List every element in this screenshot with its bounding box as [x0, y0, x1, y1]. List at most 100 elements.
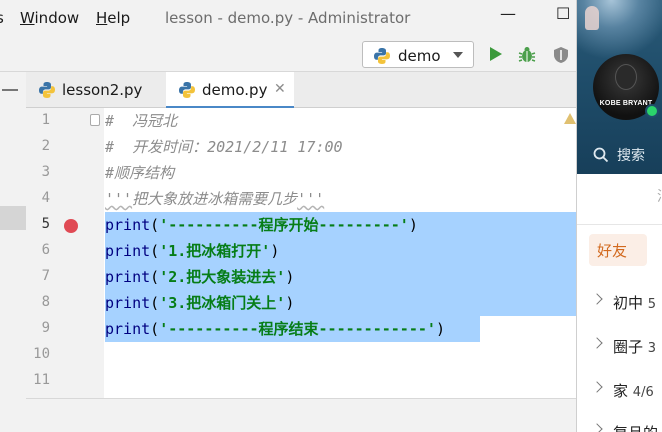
close-paren: ) — [270, 242, 280, 260]
friend-group-label: 圈子 3 — [613, 336, 656, 357]
online-status-icon — [645, 104, 659, 118]
string-literal: '2.把大象装进去' — [159, 268, 286, 286]
coverage-icon[interactable] — [552, 46, 570, 64]
open-paren: ( — [150, 216, 160, 234]
docstring-text: 把大象放进冰箱需要几步 — [132, 190, 298, 208]
string-literal: '----------程序结束------------' — [159, 320, 436, 338]
status-bar — [26, 398, 576, 432]
line-number: 9 — [41, 320, 50, 336]
menu-window[interactable]: Window — [20, 9, 79, 27]
run-config-select[interactable]: demo — [362, 41, 474, 68]
messages-tab-partial[interactable]: 消 — [657, 186, 662, 206]
print-keyword: print — [105, 320, 151, 338]
banner-figure — [585, 6, 599, 30]
line-number: 10 — [33, 346, 50, 362]
close-icon[interactable]: ✕ — [274, 81, 286, 97]
open-paren: ( — [150, 294, 160, 312]
chevron-down-icon — [453, 52, 463, 58]
toolbar: demo — [0, 38, 576, 72]
code-line-9: print('----------程序结束------------') — [105, 316, 445, 342]
friend-group-name: 家 — [613, 382, 629, 400]
friend-group-label: 初中 5 — [613, 292, 656, 313]
minimize-button[interactable]: — — [500, 4, 516, 23]
tab-lesson2[interactable]: lesson2.py — [26, 72, 166, 108]
close-paren: ) — [285, 294, 295, 312]
chevron-right-icon — [591, 337, 603, 349]
python-file-icon — [39, 82, 55, 98]
editor-gutter: 1 2 3 4 5 6 7 8 9 10 11 — [26, 108, 104, 398]
print-keyword: print — [105, 242, 151, 260]
line-number: 11 — [33, 372, 50, 388]
menu-window-mnemonic: W — [20, 9, 35, 27]
python-file-icon — [179, 82, 195, 98]
menu-help[interactable]: Help — [96, 9, 130, 27]
string-literal: '3.把冰箱门关上' — [159, 294, 286, 312]
chevron-right-icon — [591, 381, 603, 393]
run-icon[interactable] — [489, 46, 503, 62]
hide-panel-icon[interactable] — [2, 89, 18, 91]
tab-lesson2-label: lesson2.py — [62, 81, 143, 99]
fold-marker-icon[interactable] — [90, 114, 100, 126]
project-tool-strip — [0, 72, 26, 432]
project-selected-row[interactable] — [0, 206, 26, 230]
breakpoint-icon[interactable] — [64, 219, 78, 233]
line-number-current: 5 — [41, 216, 50, 232]
close-paren: ) — [408, 216, 418, 234]
friend-group[interactable]: 家 4/6 — [577, 378, 662, 404]
menu-help-mnemonic: H — [96, 9, 108, 27]
qq-search-box[interactable]: 搜索 — [577, 142, 662, 168]
ide-window: s Window Help lesson - demo.py - Adminis… — [0, 0, 576, 432]
close-paren: ) — [435, 320, 445, 338]
search-icon — [593, 147, 609, 163]
tab-friends-label: 好友 — [597, 242, 628, 260]
code-line-3: #顺序结构 — [105, 164, 175, 182]
friend-group[interactable]: 圈子 3 — [577, 334, 662, 360]
tab-demo-label: demo.py — [202, 81, 268, 99]
print-keyword: print — [105, 216, 151, 234]
friend-group-name: 圈子 — [613, 338, 644, 356]
search-label: 搜索 — [617, 148, 645, 164]
run-config-label: demo — [398, 47, 441, 65]
line-number: 3 — [41, 164, 50, 180]
code-line-1: # 冯冠北 — [105, 112, 178, 130]
code-line-4: '''把大象放进冰箱需要几步''' — [105, 186, 324, 212]
tab-demo[interactable]: demo.py ✕ — [166, 72, 294, 109]
line-number: 1 — [41, 112, 50, 128]
chevron-right-icon — [591, 423, 603, 432]
code-line-8: print('3.把冰箱门关上') — [105, 290, 294, 316]
close-paren: ) — [285, 268, 295, 286]
docstring-quote-close: ''' — [297, 190, 325, 208]
line-number: 4 — [41, 190, 50, 206]
maximize-button[interactable]: ☐ — [556, 4, 570, 23]
code-line-6: print('1.把冰箱打开') — [105, 238, 279, 264]
friend-group-count: 5 — [647, 297, 657, 312]
code-line-7: print('2.把大象装进去') — [105, 264, 294, 290]
debug-icon[interactable] — [517, 46, 537, 64]
window-title: lesson - demo.py - Administrator — [165, 9, 411, 27]
divider — [577, 224, 662, 225]
menu-bar: s Window Help lesson - demo.py - Adminis… — [0, 0, 576, 38]
code-editor[interactable]: 1 2 3 4 5 6 7 8 9 10 11 # 冯冠北 # 开发时间：202… — [26, 108, 576, 398]
code-line-5: print('----------程序开始---------') — [105, 212, 418, 238]
menu-help-label: elp — [107, 9, 131, 27]
warning-icon[interactable] — [564, 113, 576, 124]
open-paren: ( — [150, 320, 160, 338]
line-number: 7 — [41, 268, 50, 284]
string-literal: '----------程序开始---------' — [159, 216, 409, 234]
open-paren: ( — [150, 268, 160, 286]
friend-group[interactable]: 复旦的 — [577, 420, 662, 432]
line-number: 8 — [41, 294, 50, 310]
friend-group-label: 家 4/6 — [613, 380, 654, 401]
menu-item-partial[interactable]: s — [0, 9, 4, 27]
string-literal: '1.把冰箱打开' — [159, 242, 271, 260]
print-keyword: print — [105, 268, 151, 286]
code-line-2: # 开发时间：2021/2/11 17:00 — [105, 138, 343, 156]
tab-friends[interactable]: 好友 — [589, 234, 647, 266]
friend-group[interactable]: 初中 5 — [577, 290, 662, 316]
qq-header-banner: KOBE BRYANT 搜索 — [577, 0, 662, 174]
friend-group-label: 复旦的 — [613, 422, 658, 432]
chevron-right-icon — [591, 293, 603, 305]
python-icon — [374, 48, 390, 64]
editor-tab-bar: lesson2.py demo.py ✕ — [26, 72, 576, 109]
menu-window-label: indow — [34, 9, 80, 27]
